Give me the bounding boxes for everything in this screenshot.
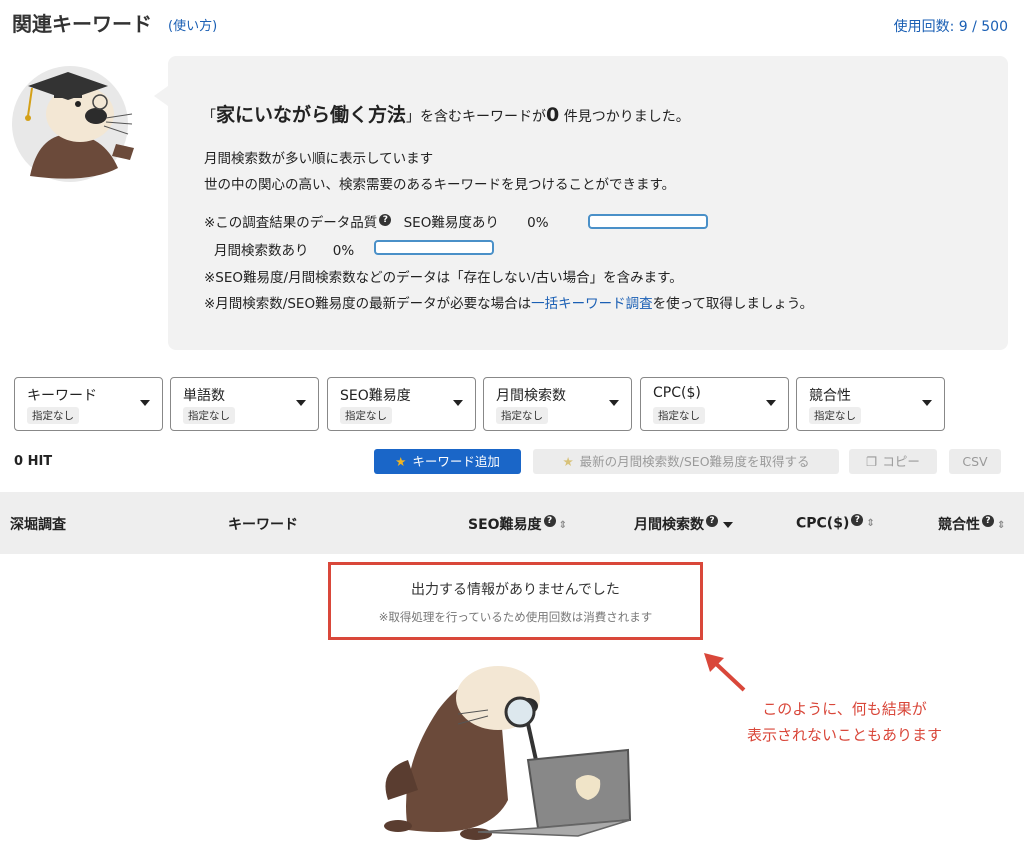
column-label: SEO難易度 (468, 517, 542, 533)
filter-value: 指定なし (809, 407, 861, 424)
table-header: 深堀調査 キーワード SEO難易度? ⇕ 月間検索数? CPC($)? ⇕ 競合性?… (0, 492, 1024, 554)
annotation-line: 表示されないこともあります (746, 726, 942, 744)
info-panel: 「家にいながら働く方法」を含むキーワードが0 件見つかりました。 月間検索数が多… (154, 56, 1008, 350)
chevron-down-icon (296, 400, 306, 406)
latest-data-note: ※月間検索数/SEO難易度の最新データが必要な場合は一括キーワード調査を使って取… (204, 292, 813, 312)
filter-value: 指定なし (340, 407, 392, 424)
sort-icon: ⇕ (558, 519, 567, 531)
chevron-down-icon (453, 400, 463, 406)
help-icon[interactable]: ? (543, 515, 556, 528)
result-text-end: 件見つかりました。 (563, 109, 690, 125)
star-icon: ★ (395, 454, 407, 469)
add-keyword-label: キーワード追加 (412, 454, 500, 469)
seo-quality-bar (588, 214, 708, 229)
fetch-latest-label: 最新の月間検索数/SEO難易度を取得する (579, 454, 810, 469)
column-deep-dive: 深堀調査 (10, 517, 66, 533)
arrow-icon (704, 653, 746, 692)
help-icon[interactable]: ? (379, 213, 392, 226)
volume-quality-bar (374, 240, 494, 255)
column-label: 月間検索数 (634, 517, 704, 533)
otter-professor-illustration (12, 66, 134, 182)
empty-title: 出力する情報がありませんでした (411, 582, 620, 598)
result-text: 」を含むキーワードが (406, 109, 547, 125)
result-summary: 「家にいながら働く方法」を含むキーワードが0 件見つかりました。 (202, 100, 690, 127)
filter-value: 指定なし (496, 407, 548, 424)
copy-button[interactable]: ❐ コピー (849, 449, 937, 474)
sort-icon: ⇕ (997, 519, 1006, 531)
sort-description: 月間検索数が多い順に表示しています (204, 151, 434, 167)
column-monthly-volume[interactable]: 月間検索数? (634, 514, 733, 534)
filter-value: 指定なし (183, 407, 235, 424)
star-icon: ★ (562, 454, 574, 469)
sort-icon: ⇕ (866, 518, 875, 530)
usage-count: 使用回数: 9 / 500 (893, 19, 1008, 35)
latest-note-prefix: ※月間検索数/SEO難易度の最新データが必要な場合は (204, 296, 532, 312)
filter-label: 月間検索数 (496, 388, 566, 404)
search-keyword: 家にいながら働く方法 (216, 104, 407, 126)
filter-label: CPC($) (653, 385, 701, 401)
filter-value: 指定なし (27, 407, 79, 424)
column-keyword: キーワード (228, 517, 298, 533)
sort-desc-icon (723, 522, 733, 528)
fetch-latest-button[interactable]: ★ 最新の月間検索数/SEO難易度を取得する (533, 449, 839, 474)
page-title: 関連キーワード (12, 12, 152, 36)
csv-button[interactable]: CSV (949, 449, 1001, 474)
column-seo-difficulty[interactable]: SEO難易度? ⇕ (468, 514, 567, 534)
help-icon[interactable]: ? (982, 515, 994, 528)
chevron-down-icon (922, 400, 932, 406)
latest-note-suffix: を使って取得しましょう。 (652, 296, 814, 312)
copy-label: コピー (882, 454, 920, 469)
copy-icon: ❐ (866, 454, 878, 469)
filter-label: キーワード (27, 388, 97, 404)
empty-note: ※取得処理を行っているため使用回数は消費されます (378, 610, 653, 624)
result-count: 0 (546, 104, 560, 126)
header: 関連キーワード (使い方) 使用回数: 9 / 500 (0, 0, 1024, 44)
filter-label: SEO難易度 (340, 388, 411, 404)
filter-value: 指定なし (653, 407, 705, 424)
help-icon[interactable]: ? (851, 514, 864, 526)
result-prefix: 「 (202, 109, 216, 125)
quality-label-text: ※この調査結果のデータ品質 (204, 215, 378, 231)
data-note: ※SEO難易度/月間検索数などのデータは「存在しない/古い場合」を含みます。 (204, 270, 683, 286)
volume-quality-row: 月間検索数あり 0% (214, 239, 354, 259)
annotation-note: このように、何も結果が 表示されないこともあります (722, 696, 967, 748)
volume-quality-label: 月間検索数あり (214, 243, 309, 259)
column-label: CPC($) (796, 515, 850, 532)
annotation-line: このように、何も結果が (762, 700, 927, 718)
hit-count: 0 HIT (14, 454, 53, 469)
filter-monthly-volume[interactable]: 月間検索数 指定なし (483, 377, 632, 431)
chevron-down-icon (609, 400, 619, 406)
column-cpc[interactable]: CPC($)? ⇕ (796, 514, 875, 532)
seo-quality-percent: 0% (527, 215, 549, 231)
seo-quality-label: SEO難易度あり (403, 215, 499, 231)
empty-state: 出力する情報がありませんでした ※取得処理を行っているため使用回数は消費されます (328, 562, 703, 640)
filter-label: 単語数 (183, 388, 225, 404)
filter-label: 競合性 (809, 388, 851, 404)
help-icon[interactable]: ? (706, 515, 718, 528)
filter-seo-difficulty[interactable]: SEO難易度 指定なし (327, 377, 476, 431)
chevron-down-icon (140, 400, 150, 406)
column-label: 競合性 (938, 517, 980, 533)
chevron-down-icon (766, 400, 776, 406)
volume-quality-percent: 0% (332, 243, 355, 259)
filter-keyword[interactable]: キーワード 指定なし (14, 377, 163, 431)
otter-laptop-illustration (384, 666, 632, 840)
filter-cpc[interactable]: CPC($) 指定なし (640, 377, 789, 431)
filter-word-count[interactable]: 単語数 指定なし (170, 377, 319, 431)
feature-description: 世の中の関心の高い、検索需要のあるキーワードを見つけることができます。 (204, 177, 676, 193)
add-keyword-button[interactable]: ★ キーワード追加 (374, 449, 521, 474)
filter-competition[interactable]: 競合性 指定なし (796, 377, 945, 431)
column-competition[interactable]: 競合性? ⇕ (938, 514, 1005, 534)
help-link[interactable]: (使い方) (168, 15, 217, 34)
bulk-keyword-link[interactable]: 一括キーワード調査 (531, 296, 653, 312)
data-quality-label: ※この調査結果のデータ品質? SEO難易度あり 0% (204, 211, 549, 231)
